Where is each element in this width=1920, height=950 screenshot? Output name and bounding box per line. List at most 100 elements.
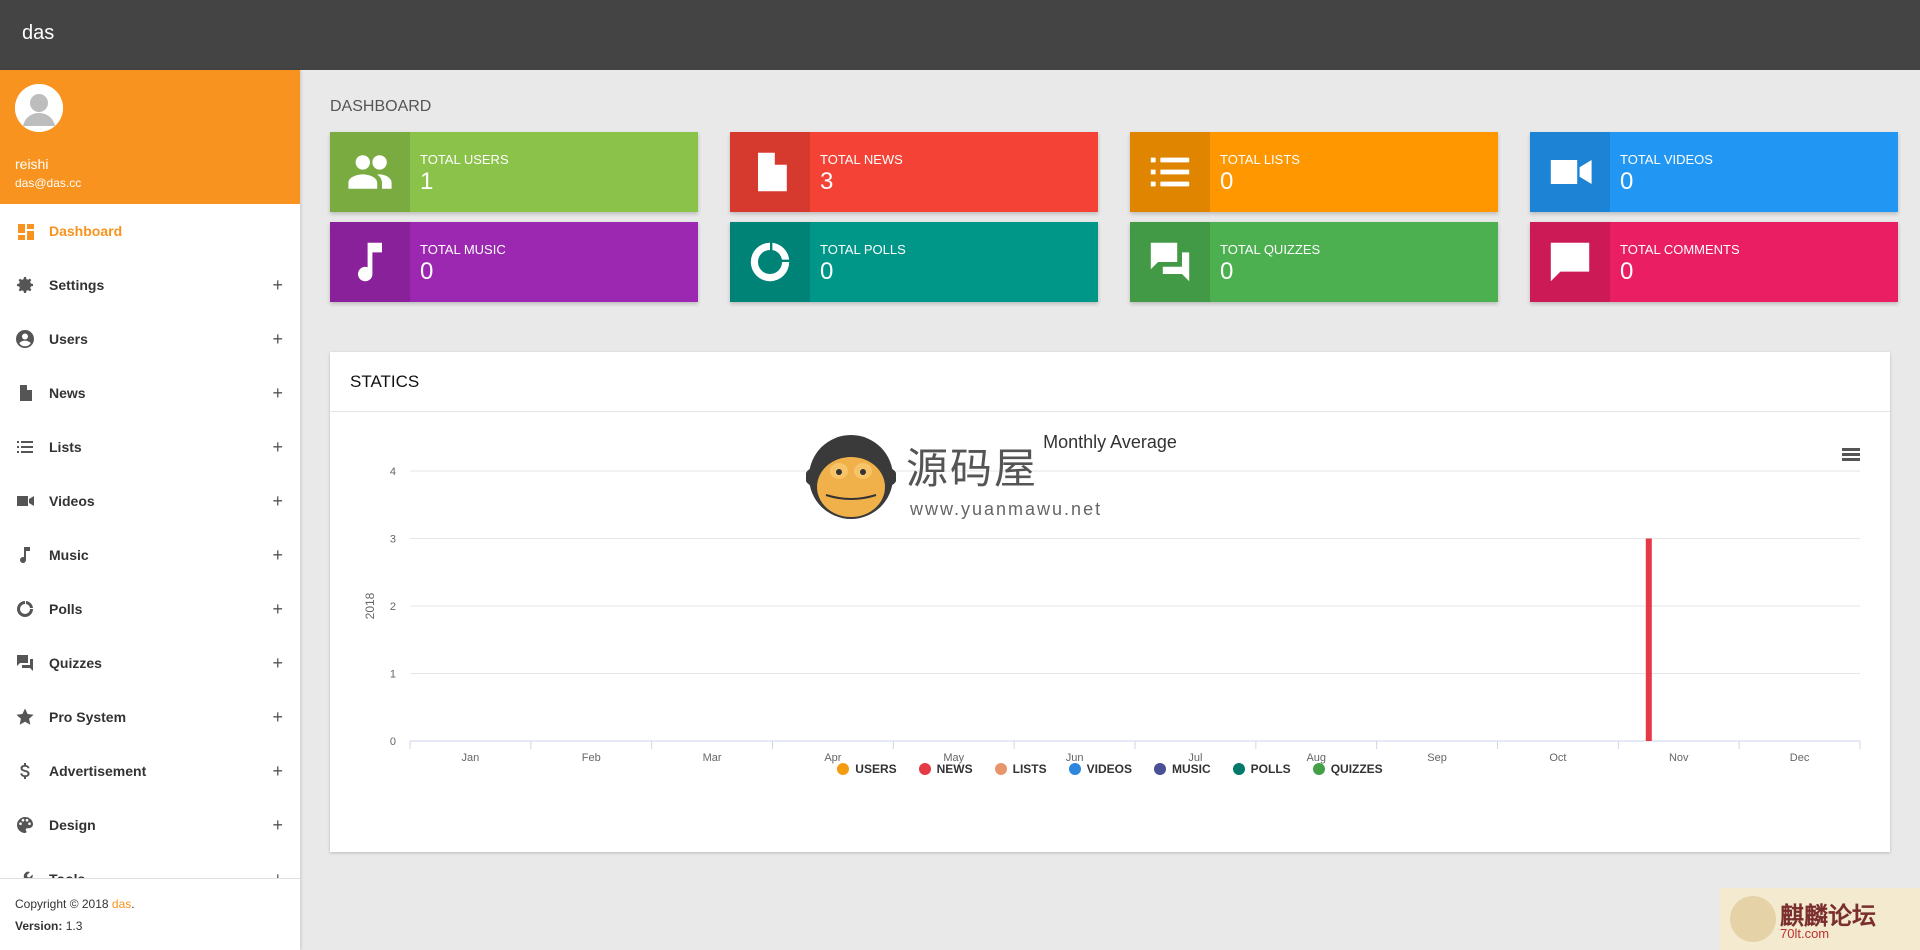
expand-plus-icon[interactable]: + [272, 708, 283, 726]
stat-card-icon-box [1130, 222, 1210, 302]
music-note-icon [358, 242, 382, 282]
expand-plus-icon[interactable]: + [272, 276, 283, 294]
stat-card-label: TOTAL MUSIC [420, 242, 506, 257]
dashboard-icon-wrap [15, 221, 35, 241]
legend-item-quizzes[interactable]: QUIZZES [1312, 762, 1383, 776]
sidebar-item-lists[interactable]: Lists + [0, 420, 300, 474]
file-icon-wrap [15, 383, 35, 403]
top-navbar: das [0, 0, 1920, 70]
legend-dot [918, 763, 931, 775]
legend-item-polls[interactable]: POLLS [1232, 762, 1291, 776]
y-axis-label: 2018 [363, 592, 377, 619]
video-camera-icon [1550, 160, 1592, 184]
copyright-suffix: . [131, 897, 135, 911]
sidebar-item-users[interactable]: Users + [0, 312, 300, 366]
expand-plus-icon[interactable]: + [272, 762, 283, 780]
sidebar-item-tools[interactable]: Tools + [0, 852, 300, 880]
avatar[interactable] [15, 84, 63, 132]
stat-card-value: 0 [1220, 258, 1234, 285]
legend-label: POLLS [1250, 762, 1291, 776]
watermark-url-text: www.yuanmawu.net [910, 499, 1103, 519]
sidebar-item-music[interactable]: Music + [0, 528, 300, 582]
sidebar-item-label: Quizzes [49, 655, 102, 671]
sidebar-item-label: Design [49, 817, 96, 833]
music-note-icon-wrap [15, 545, 35, 565]
stat-card-total-comments[interactable]: TOTAL COMMENTS 0 [1530, 222, 1898, 302]
stat-card-icon-box [1530, 132, 1610, 212]
sidebar-item-label: Polls [49, 601, 83, 617]
sidebar-item-videos[interactable]: Videos + [0, 474, 300, 528]
copyright-brand-link[interactable]: das [112, 897, 131, 911]
legend-item-lists[interactable]: LISTS [994, 762, 1047, 776]
legend-label: VIDEOS [1086, 762, 1132, 776]
sidebar-item-label: Lists [49, 439, 82, 455]
legend-dot [1232, 763, 1245, 775]
sidebar-item-advertisement[interactable]: Advertisement + [0, 744, 300, 798]
sidebar-item-pro-system[interactable]: Pro System + [0, 690, 300, 744]
stat-card-total-music[interactable]: TOTAL MUSIC 0 [330, 222, 698, 302]
expand-plus-icon[interactable]: + [272, 384, 283, 402]
expand-plus-icon[interactable]: + [272, 438, 283, 456]
legend-label: MUSIC [1172, 762, 1211, 776]
stat-card-total-polls[interactable]: TOTAL POLLS 0 [730, 222, 1098, 302]
legend-dot [1154, 763, 1166, 775]
y-tick-label: 1 [390, 669, 396, 681]
y-tick-label: 3 [390, 534, 396, 546]
version-value: 1.3 [62, 919, 83, 933]
y-tick-label: 0 [390, 736, 396, 748]
stat-card-total-videos[interactable]: TOTAL VIDEOS 0 [1530, 132, 1898, 212]
expand-plus-icon[interactable]: + [272, 330, 283, 348]
stat-card-icon-box [330, 132, 410, 212]
palette-icon [17, 817, 33, 833]
sidebar-item-settings[interactable]: Settings + [0, 258, 300, 312]
expand-plus-icon[interactable]: + [272, 492, 283, 510]
sidebar-item-design[interactable]: Design + [0, 798, 300, 852]
sidebar-footer: Copyright © 2018 das. Version: 1.3 [0, 878, 300, 950]
brand-logo-text[interactable]: das [22, 22, 54, 45]
chat-bubbles-icon [1150, 242, 1190, 282]
expand-plus-icon[interactable]: + [272, 816, 283, 834]
version-row: Version: 1.3 [15, 915, 285, 937]
sidebar-menu: Dashboard Settings + Users + News + Lists + Video… [0, 204, 300, 880]
user-email: das@das.cc [15, 176, 82, 190]
sidebar-item-label: Users [49, 331, 88, 347]
expand-plus-icon[interactable]: + [272, 654, 283, 672]
stat-card-total-users[interactable]: TOTAL USERS 1 [330, 132, 698, 212]
stat-card-value: 0 [1620, 168, 1634, 195]
sidebar-item-polls[interactable]: Polls + [0, 582, 300, 636]
donut-icon [750, 242, 790, 282]
legend-label: QUIZZES [1330, 762, 1383, 776]
monkey-logo-icon [806, 435, 896, 519]
legend-item-users[interactable]: USERS [837, 762, 897, 776]
stat-card-icon-box [730, 132, 810, 212]
legend-dot [837, 763, 850, 775]
corner-watermark-url: 70lt.com [1780, 926, 1830, 941]
legend-item-news[interactable]: NEWS [918, 762, 973, 776]
users-icon [348, 155, 392, 189]
sidebar-item-news[interactable]: News + [0, 366, 300, 420]
expand-plus-icon[interactable]: + [272, 600, 283, 618]
legend-label: LISTS [1012, 762, 1047, 776]
user-info-panel: reishi das@das.cc [0, 70, 300, 204]
expand-plus-icon[interactable]: + [272, 546, 283, 564]
video-camera-icon-wrap [15, 491, 35, 511]
stat-card-label: TOTAL NEWS [820, 152, 903, 167]
stat-card-total-quizzes[interactable]: TOTAL QUIZZES 0 [1130, 222, 1498, 302]
stat-card-total-lists[interactable]: TOTAL LISTS 0 [1130, 132, 1498, 212]
stat-card-icon-box [730, 222, 810, 302]
sidebar-item-label: Videos [49, 493, 95, 509]
chart-menu-icon[interactable] [1842, 448, 1860, 462]
sidebar-item-label: Pro System [49, 709, 127, 725]
legend-item-videos[interactable]: VIDEOS [1068, 762, 1132, 776]
legend-dot [1312, 763, 1325, 775]
sidebar-item-quizzes[interactable]: Quizzes + [0, 636, 300, 690]
stat-card-value: 1 [420, 168, 434, 195]
legend-item-music[interactable]: MUSIC [1154, 762, 1211, 776]
user-name: reishi [15, 156, 49, 172]
y-tick-label: 4 [390, 466, 396, 478]
stat-card-total-news[interactable]: TOTAL NEWS 3 [730, 132, 1098, 212]
stat-card-value: 0 [1220, 168, 1234, 195]
sidebar-item-dashboard[interactable]: Dashboard [0, 204, 300, 258]
donut-icon [17, 601, 33, 617]
stat-card-icon-box [1530, 222, 1610, 302]
